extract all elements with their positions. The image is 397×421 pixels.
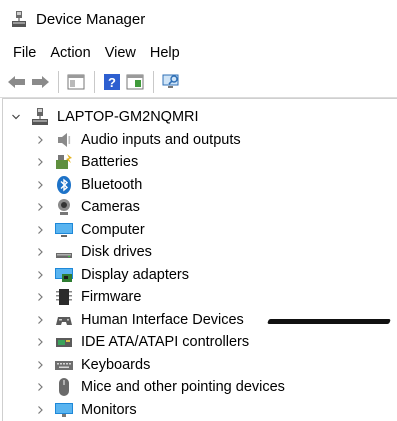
chevron-right-icon[interactable] [34,381,46,393]
menu-view[interactable]: View [98,45,143,61]
toolbar-separator [94,70,95,93]
chevron-right-icon[interactable] [34,336,46,348]
hid-icon [54,310,74,330]
scan-hardware-icon [162,74,179,88]
tree-item-label: Disk drives [81,244,152,260]
toolbar-separator [153,70,154,93]
console-tree-icon [67,74,85,89]
keyboard-icon [54,355,74,375]
help-icon: ? [104,73,120,90]
chevron-right-icon[interactable] [34,156,46,168]
toolbar: ? [0,66,397,98]
tree-item-ide-controllers[interactable]: IDE ATA/ATAPI controllers [34,331,249,353]
chevron-right-icon[interactable] [34,134,46,146]
tree-item-label: Keyboards [81,357,151,373]
menu-bar: File Action View Help [0,39,397,67]
tree-item-label: Cameras [81,199,140,215]
tree-item-disk-drives[interactable]: Disk drives [34,241,152,263]
tree-root-label: LAPTOP-GM2NQMRI [57,109,199,125]
display-adapter-icon [54,265,74,285]
bluetooth-icon [54,175,74,195]
svg-text:?: ? [108,75,116,90]
tree-item-keyboards[interactable]: Keyboards [34,354,150,376]
ide-controller-icon [54,332,74,352]
chevron-right-icon[interactable] [34,269,46,281]
firmware-icon [54,287,74,307]
computer-tower-icon [30,107,50,127]
disk-drive-icon [54,242,74,262]
tree-item-label: Firmware [81,289,142,305]
battery-icon [54,152,74,172]
window-title: Device Manager [36,10,146,28]
forward-button[interactable] [29,71,51,93]
tree-item-label: Bluetooth [81,177,143,193]
tree-item-label: Computer [81,222,145,238]
chevron-right-icon[interactable] [34,314,46,326]
chevron-down-icon[interactable] [10,111,22,123]
tree-item-label: Display adapters [81,267,189,283]
chevron-right-icon[interactable] [34,359,46,371]
chevron-right-icon[interactable] [34,404,46,416]
tree-item-bluetooth[interactable]: Bluetooth [34,174,142,196]
tree-item-monitors[interactable]: Monitors [34,399,137,421]
help-button[interactable]: ? [101,71,123,93]
tree-item-computer[interactable]: Computer [34,219,145,241]
mouse-icon [54,377,74,397]
title-bar: Device Manager [0,0,397,38]
chevron-right-icon[interactable] [34,179,46,191]
tree-item-label: Human Interface Devices [81,312,244,328]
tree-item-audio[interactable]: Audio inputs and outputs [34,129,241,151]
monitor-icon [54,400,74,420]
chevron-right-icon[interactable] [34,224,46,236]
arrow-right-icon [32,75,49,88]
toolbar-separator [58,70,59,93]
tree-root-node[interactable]: LAPTOP-GM2NQMRI [10,106,199,128]
speaker-icon [54,130,74,150]
tree-item-hid[interactable]: Human Interface Devices [34,309,244,331]
tree-item-label: Mice and other pointing devices [81,379,285,395]
tree-item-cameras[interactable]: Cameras [34,196,140,218]
computer-icon [54,220,74,240]
tree-item-label: Monitors [81,402,137,418]
action-pane-button[interactable] [124,71,146,93]
back-button[interactable] [6,71,28,93]
redaction-mark [267,319,391,324]
device-manager-icon [10,10,28,28]
tree-item-label: Audio inputs and outputs [81,132,241,148]
menu-help[interactable]: Help [143,45,187,61]
scan-hardware-button[interactable] [160,71,182,93]
tree-item-label: IDE ATA/ATAPI controllers [81,334,250,350]
menu-action[interactable]: Action [43,45,97,61]
show-hide-console-tree-button[interactable] [65,71,87,93]
tree-item-display-adapters[interactable]: Display adapters [34,264,189,286]
chevron-right-icon[interactable] [34,246,46,258]
camera-icon [54,197,74,217]
menu-file[interactable]: File [6,45,43,61]
tree-item-mice[interactable]: Mice and other pointing devices [34,376,285,398]
chevron-right-icon[interactable] [34,291,46,303]
tree-item-label: Batteries [81,154,139,170]
tree-item-batteries[interactable]: Batteries [34,151,138,173]
chevron-right-icon[interactable] [34,201,46,213]
action-pane-icon [126,74,144,89]
arrow-left-icon [8,75,25,88]
tree-item-firmware[interactable]: Firmware [34,286,141,308]
